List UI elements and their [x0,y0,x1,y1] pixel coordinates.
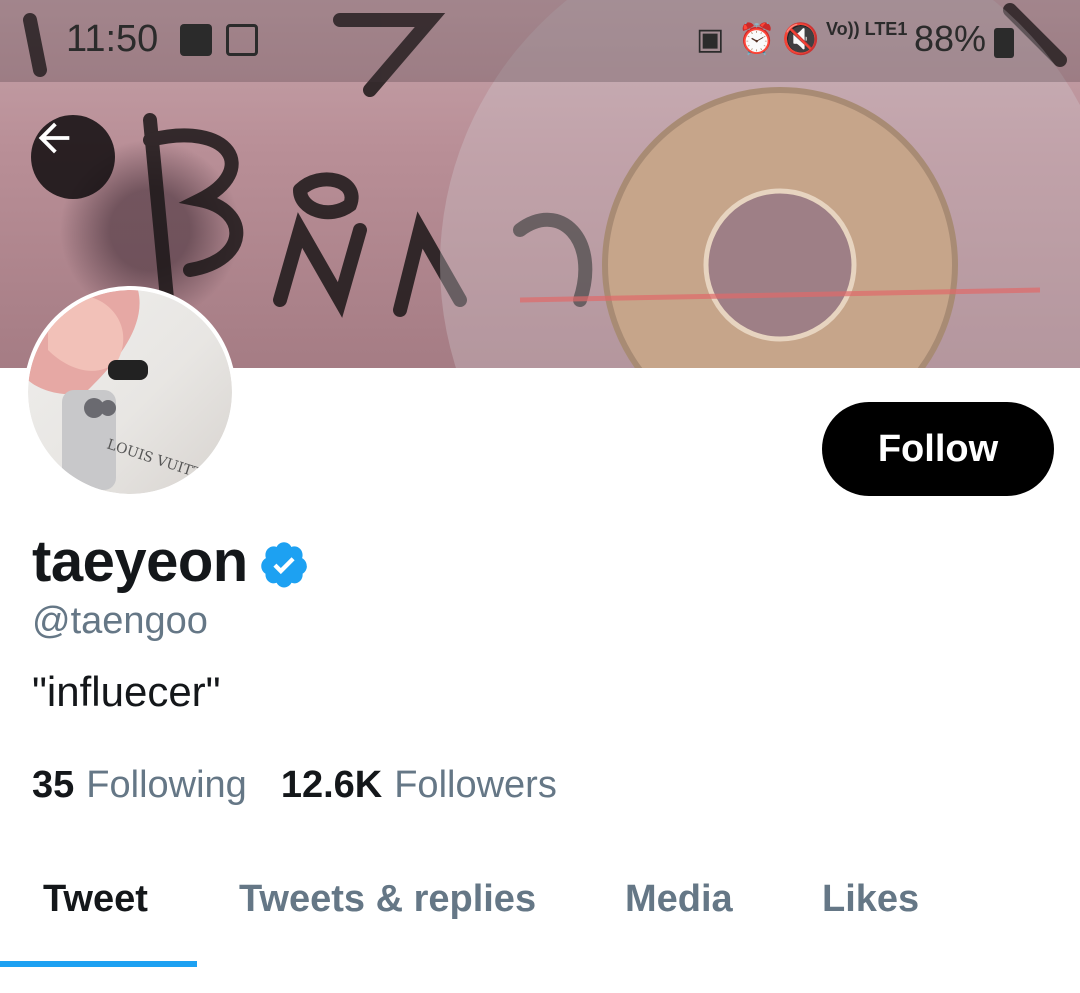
tab-media[interactable]: Media [625,878,733,921]
checkbox-notification-icon [180,24,212,56]
avatar-image: LOUIS VUITTON [28,290,232,494]
image-notification-icon [226,24,258,56]
following-link[interactable]: 35 Following [32,764,247,807]
active-tab-indicator [0,961,197,967]
verified-badge-icon [260,541,307,588]
following-count: 35 [32,764,75,806]
display-name: taeyeon [32,529,248,594]
battery-saver-icon: ▣ [696,23,725,56]
profile-handle: @taengoo [32,600,208,642]
profile-stats: 35 Following 12.6K Followers [32,764,557,807]
following-label: Following [86,764,247,806]
mute-icon: 🔇 [782,23,820,56]
profile-name-row: taeyeon [32,528,310,595]
profile-tabs: Tweet Tweets & replies Media Likes [0,868,1080,993]
tab-likes[interactable]: Likes [822,878,919,921]
tab-tweets-and-replies[interactable]: Tweets & replies [239,878,536,921]
battery-icon [994,28,1014,58]
back-button[interactable] [31,115,115,199]
followers-count: 12.6K [280,764,383,806]
status-time: 11:50 [66,18,159,60]
follow-button[interactable]: Follow [822,402,1054,496]
profile-avatar[interactable]: LOUIS VUITTON [24,286,236,498]
followers-link[interactable]: 12.6K Followers [281,764,557,807]
arrow-left-icon [38,122,70,154]
tab-tweet[interactable]: Tweet [43,878,148,921]
signal-label: Vo)) LTE1 [826,19,908,39]
profile-bio: "influecer" [32,668,221,715]
followers-label: Followers [394,764,557,806]
status-bar: 11:50 ▣ ⏰ 🔇 Vo)) LTE1 88% [0,0,1080,82]
svg-text:LOUIS VUITTON: LOUIS VUITTON [105,437,226,490]
alarm-icon: ⏰ [738,23,776,56]
battery-percent: 88% [913,18,986,59]
